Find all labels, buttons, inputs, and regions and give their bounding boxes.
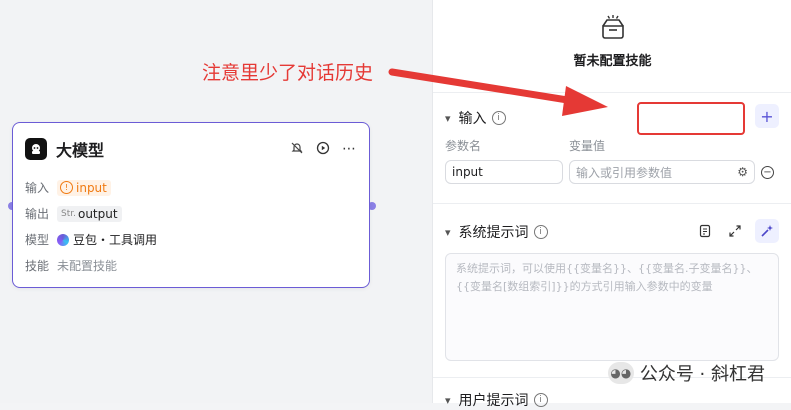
- param-name-text: input: [452, 165, 483, 179]
- node-row-skills: 技能 未配置技能: [25, 257, 117, 274]
- skill-empty-text: 暂未配置技能: [573, 54, 652, 69]
- info-icon[interactable]: i: [533, 393, 548, 407]
- sparkle-icon: [761, 225, 773, 237]
- row-label: 模型: [25, 233, 50, 247]
- system-prompt-title: 系统提示词: [458, 225, 529, 241]
- output-tag: Str. output: [57, 205, 122, 222]
- node-title: 大模型: [56, 141, 105, 160]
- add-input-button[interactable]: +: [755, 104, 779, 128]
- expand-icon[interactable]: [723, 219, 747, 243]
- user-prompt-header[interactable]: ▾ 用户提示词 i: [445, 390, 548, 410]
- annotation-highlight-box: [637, 102, 745, 135]
- system-prompt-textarea[interactable]: 系统提示词，可以使用{{变量名}}、{{变量名.子变量名}}、 {{变量名[数组…: [445, 253, 779, 361]
- run-node-icon[interactable]: [316, 140, 330, 159]
- annotation-text: 注意里少了对话历史: [202, 62, 374, 84]
- doubao-model-icon: [57, 233, 69, 246]
- param-name-input[interactable]: input: [445, 160, 563, 184]
- watermark-text: 公众号 · 斜杠君: [639, 364, 765, 385]
- row-label: 技能: [25, 259, 50, 273]
- info-icon[interactable]: i: [533, 225, 548, 239]
- chevron-down-icon[interactable]: ▾: [445, 112, 451, 125]
- chevron-down-icon[interactable]: ▾: [445, 226, 451, 239]
- input-tag-text: input: [76, 180, 107, 195]
- ai-optimize-button[interactable]: [755, 219, 779, 243]
- input-section-header[interactable]: ▾ 输入 i: [445, 108, 506, 128]
- llm-node-card[interactable]: 大模型 ⋯ 输入 ! input 输出 Str. output 模型 豆包・工具…: [12, 122, 370, 288]
- user-prompt-title: 用户提示词: [458, 393, 529, 409]
- type-badge: Str.: [61, 208, 76, 219]
- notification-off-icon[interactable]: [290, 140, 304, 159]
- remove-param-icon[interactable]: −: [761, 166, 774, 179]
- divider: [433, 203, 791, 204]
- node-row-model: 模型 豆包・工具调用: [25, 231, 157, 248]
- input-section-title: 输入: [458, 111, 487, 127]
- output-tag-text: output: [77, 206, 118, 221]
- watermark: ◕◕ 公众号 · 斜杠君: [607, 360, 765, 386]
- info-icon[interactable]: i: [491, 111, 506, 125]
- settings-icon[interactable]: ⚙: [737, 165, 748, 179]
- param-value-input[interactable]: 输入或引用参数值 ⚙: [569, 160, 755, 184]
- more-options-icon[interactable]: ⋯: [342, 141, 357, 157]
- system-prompt-header[interactable]: ▾ 系统提示词 i: [445, 222, 548, 242]
- wechat-logo-icon: ◕◕: [607, 362, 634, 384]
- system-prompt-placeholder-1: 系统提示词，可以使用{{变量名}}、{{变量名.子变量名}}、: [456, 262, 758, 275]
- row-label: 输入: [25, 181, 50, 195]
- param-value-placeholder: 输入或引用参数值: [576, 165, 673, 180]
- system-prompt-placeholder-2: {{变量名[数组索引]}}的方式引用输入参数中的变量: [456, 280, 713, 293]
- warning-icon: !: [60, 181, 73, 194]
- skills-value: 未配置技能: [57, 259, 118, 273]
- chevron-down-icon[interactable]: ▾: [445, 394, 451, 407]
- plus-icon: +: [760, 106, 774, 126]
- row-label: 输出: [25, 207, 50, 221]
- node-row-input: 输入 ! input: [25, 179, 111, 196]
- param-value-header: 变量值: [569, 139, 606, 153]
- model-name: 豆包・工具调用: [73, 233, 158, 247]
- skill-empty-state: 暂未配置技能: [433, 14, 791, 69]
- input-tag: ! input: [57, 179, 111, 196]
- prompt-template-icon[interactable]: [693, 219, 717, 243]
- param-name-header: 参数名: [445, 139, 482, 153]
- llm-node-icon: [25, 138, 47, 160]
- node-config-panel: 暂未配置技能 ▾ 输入 i + 参数名 变量值 input 输入或引用参数值 ⚙…: [432, 0, 791, 409]
- divider: [433, 92, 791, 93]
- node-row-output: 输出 Str. output: [25, 205, 122, 222]
- empty-box-icon: [601, 15, 624, 39]
